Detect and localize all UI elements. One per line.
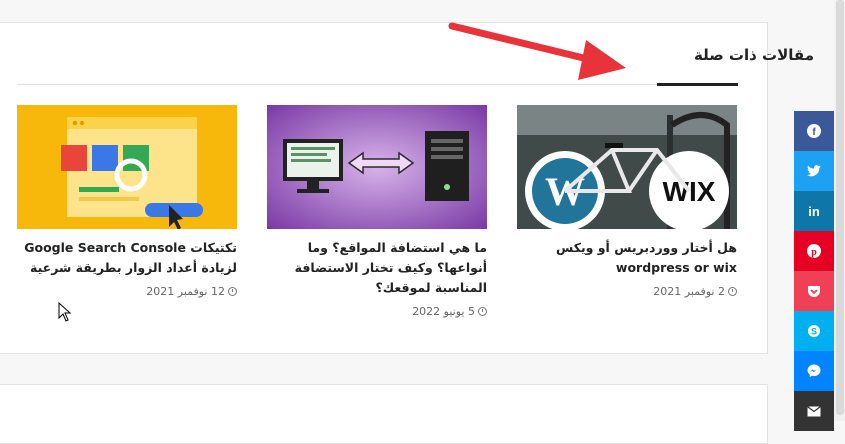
clock-icon <box>228 287 237 296</box>
share-messenger-button[interactable] <box>794 351 834 391</box>
post-title[interactable]: هل أختار ووردبريس أو ويكس wordpress or w… <box>517 238 737 278</box>
messenger-icon <box>807 364 821 377</box>
next-section-card <box>0 384 768 444</box>
annotation-arrow <box>448 22 626 80</box>
post-thumbnail[interactable] <box>17 105 237 229</box>
page-scrollbar-thumb[interactable] <box>836 0 844 415</box>
post-date: 5 يونيو 2022 <box>267 305 487 318</box>
share-skype-button[interactable]: S <box>794 311 834 351</box>
share-linkedin-button[interactable]: in <box>794 191 834 231</box>
svg-text:S: S <box>811 327 817 337</box>
post-date: 2 نوفمبر 2021 <box>517 285 737 298</box>
share-pocket-button[interactable] <box>794 271 834 311</box>
linkedin-icon: in <box>808 203 820 219</box>
twitter-icon <box>807 165 821 177</box>
related-post-3[interactable]: تكتيكات Google Search Console لزيادة أعد… <box>17 105 237 298</box>
post-title[interactable]: تكتيكات Google Search Console لزيادة أعد… <box>17 238 237 278</box>
clock-icon <box>728 287 737 296</box>
related-posts-heading: مقالات ذات صلة <box>693 46 814 64</box>
share-email-button[interactable] <box>794 391 834 431</box>
post-thumbnail[interactable] <box>267 105 487 229</box>
pocket-icon <box>808 285 820 297</box>
post-date: 12 نوفمبر 2021 <box>17 285 237 298</box>
heading-divider <box>17 84 657 85</box>
mouse-cursor-icon <box>58 302 72 322</box>
related-post-1[interactable]: W WIX هل أختار ووردبريس أو ويكس wordpres… <box>517 105 737 298</box>
social-share-bar: f in p S <box>794 111 834 431</box>
share-facebook-button[interactable]: f <box>794 111 834 151</box>
share-pinterest-button[interactable]: p <box>794 231 834 271</box>
facebook-icon: f <box>807 124 821 138</box>
pinterest-icon: p <box>807 244 821 258</box>
svg-text:WIX: WIX <box>663 176 716 207</box>
email-icon <box>807 405 821 416</box>
related-post-2[interactable]: ما هي استضافة المواقع؟ وما أنواعها؟ وكيف… <box>267 105 487 318</box>
skype-icon: S <box>808 325 820 337</box>
clock-icon <box>478 307 487 316</box>
svg-text:p: p <box>811 247 817 258</box>
post-thumbnail[interactable]: W WIX <box>517 105 737 229</box>
share-twitter-button[interactable] <box>794 151 834 191</box>
heading-underline <box>657 83 738 86</box>
post-title[interactable]: ما هي استضافة المواقع؟ وما أنواعها؟ وكيف… <box>267 238 487 298</box>
